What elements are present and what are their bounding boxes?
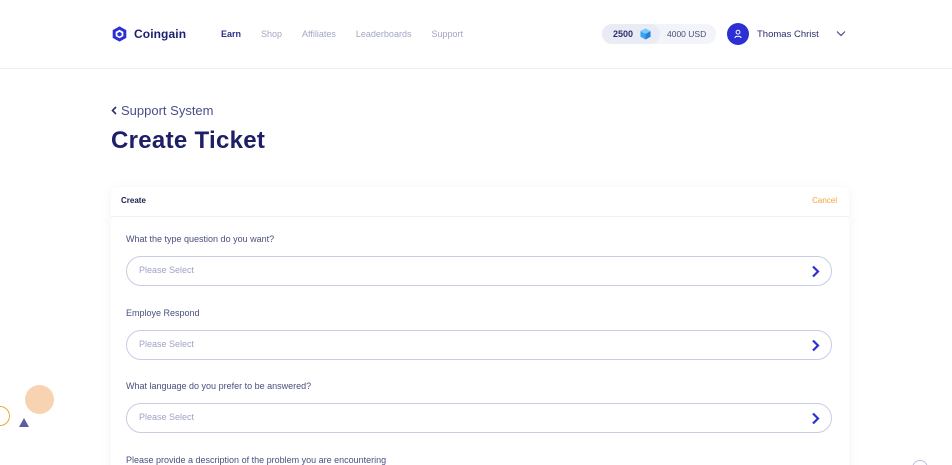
user-name[interactable]: Thomas Christ bbox=[757, 29, 819, 40]
wallet-balance[interactable]: 2500 4000 USD bbox=[602, 24, 716, 44]
brand-name: Coingain bbox=[134, 27, 187, 41]
nav-item-earn[interactable]: Earn bbox=[221, 29, 241, 39]
chevron-down-icon[interactable] bbox=[836, 30, 846, 37]
chevron-right-icon bbox=[812, 265, 820, 278]
brand-logo[interactable]: Coingain bbox=[111, 25, 186, 43]
employee-respond-select[interactable]: Please Select bbox=[126, 330, 832, 360]
card-title: Create bbox=[121, 196, 146, 205]
employee-respond-label: Employe Respond bbox=[126, 308, 200, 318]
back-link-label: Support System bbox=[121, 103, 214, 118]
select-placeholder: Please Select bbox=[139, 412, 195, 422]
gem-icon bbox=[640, 28, 651, 40]
question-type-label: What the type question do you want? bbox=[126, 234, 275, 244]
nav-item-shop[interactable]: Shop bbox=[261, 29, 282, 39]
create-ticket-card: Create Cancel What the type question do … bbox=[111, 187, 849, 465]
cancel-button[interactable]: Cancel bbox=[812, 196, 837, 205]
decorative-circle bbox=[25, 385, 54, 414]
page-title: Create Ticket bbox=[111, 127, 266, 154]
chevron-left-icon bbox=[111, 106, 117, 115]
nav-item-support[interactable]: Support bbox=[431, 29, 463, 39]
description-label: Please provide a description of the prob… bbox=[126, 455, 387, 465]
card-header: Create Cancel bbox=[111, 187, 849, 217]
nav-item-affiliates[interactable]: Affiliates bbox=[302, 29, 336, 39]
select-placeholder: Please Select bbox=[139, 265, 195, 275]
coin-amount: 2500 bbox=[613, 29, 634, 39]
avatar[interactable] bbox=[727, 23, 749, 45]
nav-item-leaderboards[interactable]: Leaderboards bbox=[356, 29, 412, 39]
language-label: What language do you prefer to be answer… bbox=[126, 381, 312, 391]
main-nav: Earn Shop Affiliates Leaderboards Suppor… bbox=[221, 29, 483, 39]
select-placeholder: Please Select bbox=[139, 339, 195, 349]
coin-balance: 2500 bbox=[602, 24, 660, 44]
decorative-triangle-icon bbox=[19, 418, 29, 427]
chevron-right-icon bbox=[812, 339, 820, 352]
decorative-ring bbox=[0, 406, 10, 426]
language-select[interactable]: Please Select bbox=[126, 403, 832, 433]
user-icon bbox=[734, 29, 742, 39]
question-type-select[interactable]: Please Select bbox=[126, 256, 832, 286]
chevron-right-icon bbox=[812, 412, 820, 425]
top-header: Coingain Earn Shop Affiliates Leaderboar… bbox=[0, 0, 952, 69]
usd-amount: 4000 USD bbox=[667, 29, 707, 39]
hexagon-cube-logo-icon bbox=[112, 26, 127, 42]
back-link[interactable]: Support System bbox=[111, 103, 214, 118]
scroll-top-icon[interactable] bbox=[912, 460, 928, 465]
